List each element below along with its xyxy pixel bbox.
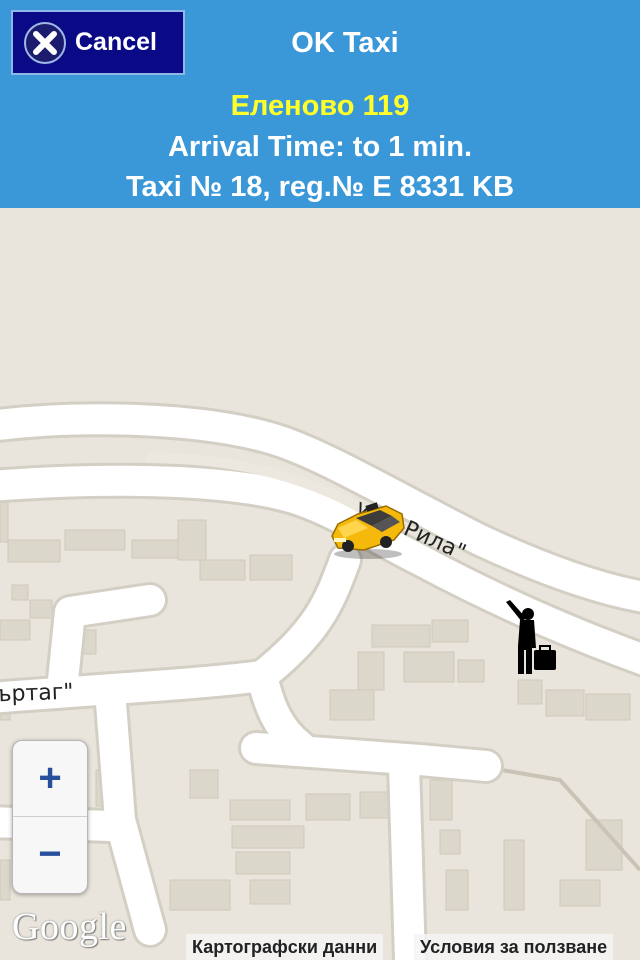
street-label-turtag: ъртаг" [0, 679, 74, 708]
arrival-time: Arrival Time: to 1 min. [167, 131, 473, 163]
map-data-link[interactable]: Картографски данни [186, 934, 384, 960]
passenger-icon[interactable] [500, 600, 562, 678]
map-canvas[interactable] [0, 208, 640, 960]
taxi-info: Taxi № 18, reg.№ E 8331 KB [125, 171, 515, 203]
google-logo: Google [12, 906, 127, 948]
map-view[interactable]: ул. „Рила" ъртаг" + − Google Картографск… [0, 208, 640, 960]
zoom-out-button[interactable]: − [13, 817, 87, 892]
zoom-in-button[interactable]: + [13, 741, 87, 817]
zoom-control: + − [12, 740, 88, 894]
top-bar: Cancel OK Taxi Еленово 119 Arrival Time:… [0, 0, 640, 208]
app-title: OK Taxi [291, 27, 399, 59]
terms-of-use-link[interactable]: Условия за ползване [414, 934, 614, 960]
pickup-address: Еленово 119 [230, 90, 410, 122]
taxi-car-icon[interactable] [328, 498, 408, 560]
